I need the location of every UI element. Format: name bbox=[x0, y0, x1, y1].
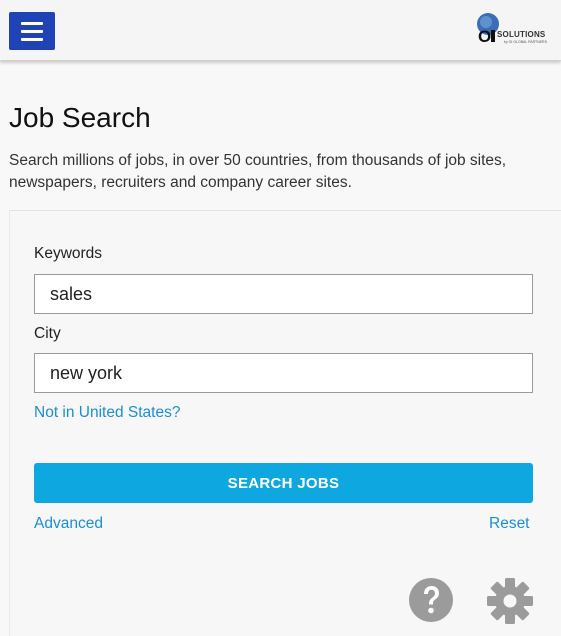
advanced-search-link[interactable]: Advanced bbox=[34, 515, 103, 533]
search-jobs-button[interactable]: SEARCH JOBS bbox=[34, 463, 533, 503]
keywords-input[interactable] bbox=[34, 274, 533, 314]
hamburger-menu-button[interactable] bbox=[9, 12, 55, 50]
page-title: Job Search bbox=[9, 102, 151, 133]
keywords-label: Keywords bbox=[34, 245, 103, 262]
svg-text:O: O bbox=[478, 27, 491, 46]
reset-link[interactable]: Reset bbox=[489, 515, 530, 533]
help-icon[interactable] bbox=[408, 577, 454, 623]
top-bar: O SOLUTIONS by OI GLOBAL PARTNERS bbox=[0, 0, 561, 61]
oi-solutions-logo[interactable]: O SOLUTIONS by OI GLOBAL PARTNERS bbox=[474, 12, 547, 48]
city-label: City bbox=[34, 325, 61, 342]
menu-line bbox=[21, 37, 43, 41]
menu-line bbox=[21, 29, 43, 33]
page-description: Search millions of jobs, in over 50 coun… bbox=[9, 152, 507, 191]
menu-line bbox=[21, 21, 43, 25]
city-input[interactable] bbox=[34, 353, 533, 393]
logo-subtext: by OI GLOBAL PARTNERS bbox=[504, 40, 547, 44]
change-country-link[interactable]: Not in United States? bbox=[34, 404, 180, 422]
logo-text: SOLUTIONS bbox=[497, 30, 546, 39]
gear-icon[interactable] bbox=[486, 577, 534, 625]
